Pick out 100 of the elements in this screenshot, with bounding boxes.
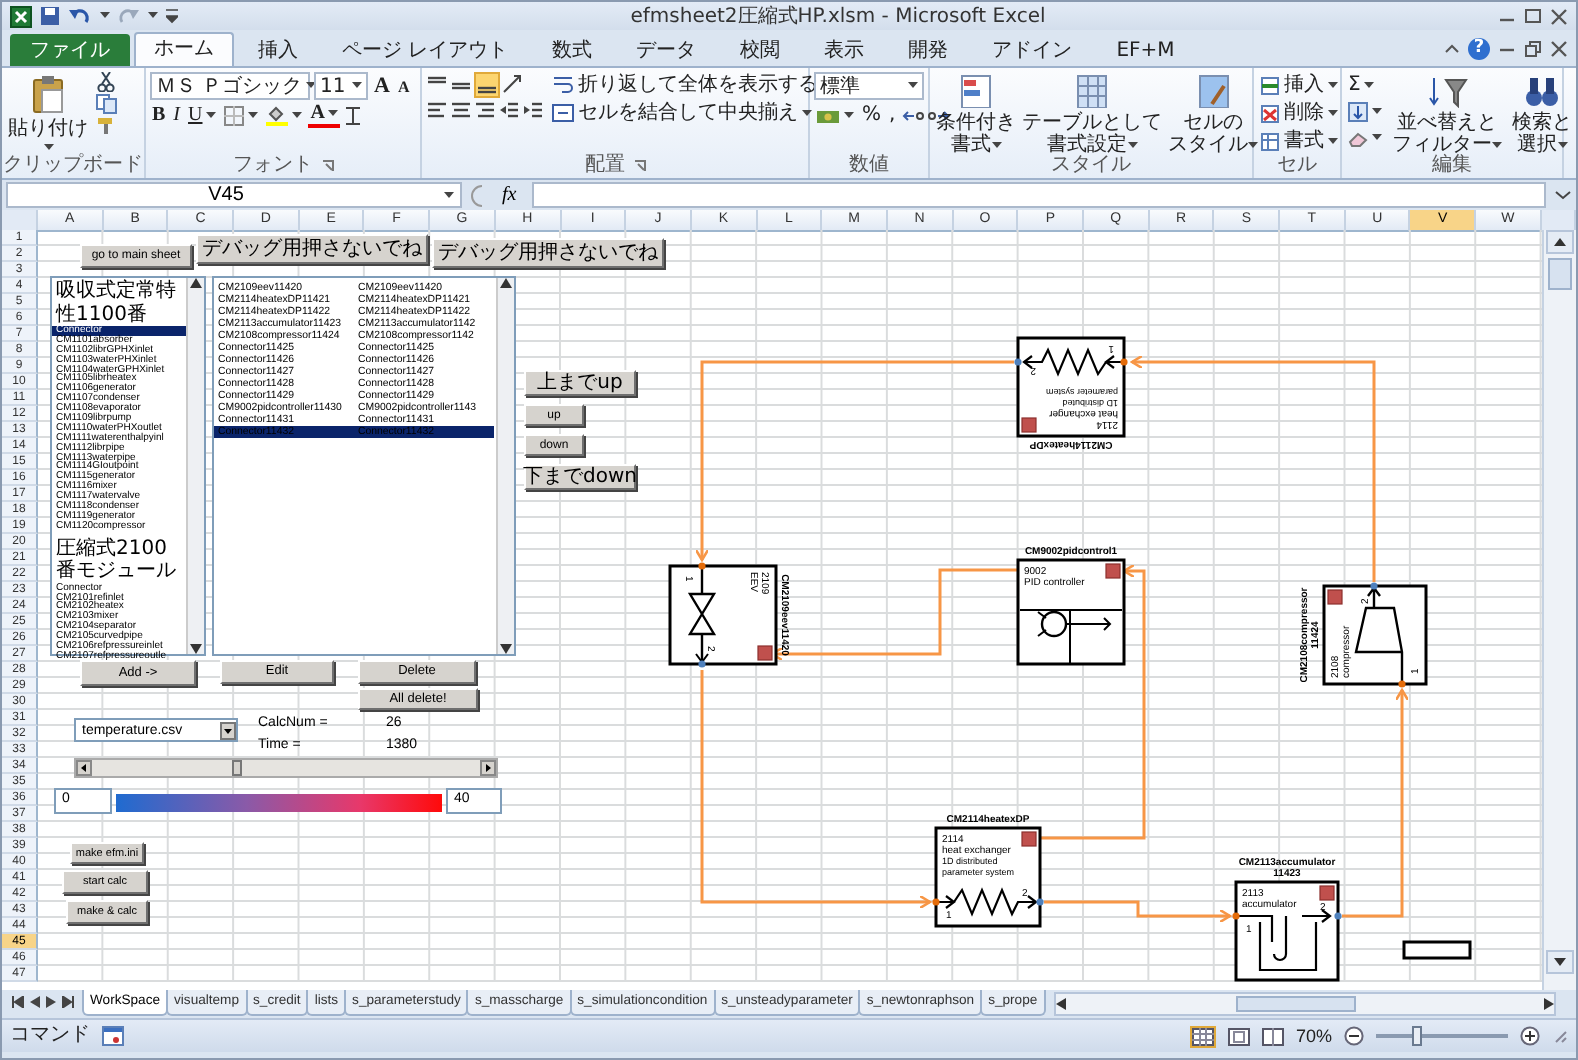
first-sheet-icon[interactable] bbox=[12, 996, 24, 1008]
customize-icon[interactable] bbox=[166, 8, 178, 24]
phonetic-icon[interactable] bbox=[344, 105, 363, 125]
autosum-button[interactable]: Σ bbox=[1346, 72, 1384, 98]
zoom-in-icon[interactable] bbox=[1520, 1026, 1540, 1046]
copy-icon[interactable] bbox=[96, 94, 118, 114]
horizontal-scrollbar[interactable] bbox=[1053, 992, 1556, 1016]
insert-function-button[interactable]: fx bbox=[494, 184, 525, 206]
scroll-left-icon bbox=[1055, 998, 1066, 1010]
editing-button[interactable]: 検索と 選択 bbox=[1510, 72, 1574, 158]
increase-indent-icon[interactable] bbox=[522, 100, 544, 122]
increase-decimal-icon[interactable] bbox=[901, 105, 924, 125]
expand-formula-icon[interactable] bbox=[1554, 186, 1572, 204]
styles-button[interactable]: 条件付き 書式 bbox=[934, 72, 1018, 158]
underline-button[interactable]: U bbox=[186, 102, 219, 128]
page-break-view-icon[interactable] bbox=[1261, 1027, 1284, 1045]
left-arrow-icon[interactable] bbox=[76, 760, 92, 776]
ribbon-tab[interactable]: 数式 bbox=[532, 34, 613, 66]
orientation-icon[interactable] bbox=[502, 74, 524, 96]
last-sheet-icon[interactable] bbox=[62, 996, 74, 1008]
zoom-slider-thumb[interactable] bbox=[1412, 1026, 1423, 1046]
sheet-button[interactable]: デバッグ用押さないでね bbox=[432, 238, 664, 268]
scroll-up-icon[interactable] bbox=[190, 278, 202, 288]
ribbon-tab[interactable]: ホーム bbox=[134, 32, 234, 66]
selected-shape[interactable] bbox=[1402, 940, 1472, 960]
align-left-icon[interactable] bbox=[426, 100, 448, 122]
scroll-up-icon[interactable] bbox=[500, 278, 512, 288]
font-name-field[interactable]: ＭＳ Ｐゴシック bbox=[150, 72, 310, 100]
zoom-out-icon[interactable] bbox=[1344, 1026, 1364, 1046]
styles-button[interactable]: テーブルとして 書式設定 bbox=[1020, 72, 1164, 158]
caret-icon bbox=[328, 109, 339, 117]
scrollbar-thumb[interactable] bbox=[1548, 258, 1572, 290]
comma-button[interactable]: , bbox=[887, 102, 898, 128]
cells-button[interactable]: 書式 bbox=[1258, 128, 1340, 154]
ribbon-tab[interactable]: EF+M bbox=[1096, 34, 1195, 66]
scroll-down-icon[interactable] bbox=[190, 644, 202, 654]
list-group-header[interactable]: 吸収式定常特性1100番 bbox=[52, 280, 186, 326]
percent-button[interactable]: % bbox=[860, 102, 884, 128]
fill-color-button[interactable] bbox=[264, 102, 305, 128]
cut-icon[interactable] bbox=[96, 72, 116, 92]
italic-button[interactable]: I bbox=[171, 102, 183, 128]
bottom-align-icon[interactable] bbox=[474, 72, 500, 98]
ribbon-tab[interactable]: データ bbox=[616, 34, 717, 66]
vertical-scrollbar[interactable] bbox=[1542, 230, 1576, 990]
formula-input[interactable] bbox=[532, 182, 1546, 208]
number-format-field[interactable]: 標準 bbox=[814, 72, 924, 100]
paste-button[interactable]: 貼り付け bbox=[6, 72, 90, 154]
format-painter-icon[interactable] bbox=[96, 116, 116, 136]
font-size-field[interactable]: 11 bbox=[314, 72, 368, 100]
align-right-icon[interactable] bbox=[474, 100, 496, 122]
slider-thumb[interactable] bbox=[232, 760, 243, 776]
dialog-launcher-icon[interactable] bbox=[321, 160, 333, 172]
shrink-font-button[interactable]: A bbox=[395, 75, 412, 97]
move-button[interactable]: 下までdown bbox=[524, 464, 636, 490]
restore-icon[interactable] bbox=[1524, 40, 1542, 58]
decrease-indent-icon[interactable] bbox=[498, 100, 520, 122]
ribbon-tab[interactable]: 表示 bbox=[804, 34, 885, 66]
ribbon-tab[interactable]: アドイン bbox=[972, 34, 1093, 66]
time-slider[interactable] bbox=[74, 758, 498, 778]
cells-button[interactable]: 挿入 bbox=[1258, 72, 1340, 98]
resize-grip-icon[interactable] bbox=[1552, 1028, 1568, 1044]
undo-icon[interactable] bbox=[68, 6, 92, 26]
name-box[interactable]: V45 bbox=[6, 182, 462, 208]
ribbon-tab[interactable]: 挿入 bbox=[238, 34, 318, 66]
save-icon[interactable] bbox=[40, 6, 60, 26]
sheet-button[interactable]: デバッグ用押さないでね bbox=[196, 234, 428, 264]
right-arrow-icon[interactable] bbox=[480, 760, 496, 776]
ribbon-tab[interactable]: 開発 bbox=[888, 34, 969, 66]
close-icon[interactable] bbox=[1550, 7, 1568, 25]
align-center-icon[interactable] bbox=[450, 100, 472, 122]
scroll-down-button[interactable] bbox=[1546, 950, 1574, 974]
connection-list[interactable] bbox=[212, 276, 516, 656]
font-color-button[interactable]: A bbox=[308, 102, 341, 128]
ribbon-tab[interactable]: ファイル bbox=[10, 34, 130, 66]
list-group-header[interactable]: 圧縮式2100番モジュール bbox=[52, 537, 186, 584]
record-macro-icon[interactable] bbox=[102, 1026, 124, 1046]
styles-button[interactable]: セルの スタイル bbox=[1166, 72, 1260, 158]
borders-button[interactable] bbox=[222, 103, 261, 127]
component-list[interactable] bbox=[50, 276, 206, 656]
grow-font-button[interactable]: A bbox=[372, 72, 392, 100]
ribbon-tab[interactable]: ページ レイアウト bbox=[322, 34, 529, 66]
dialog-launcher-icon[interactable] bbox=[633, 160, 645, 172]
merge-center-button[interactable]: セルを結合して中央揃え bbox=[550, 100, 820, 126]
help-button[interactable]: ? bbox=[1468, 38, 1490, 60]
fill-button[interactable] bbox=[1346, 100, 1384, 124]
bold-button[interactable]: B bbox=[150, 102, 168, 128]
next-sheet-icon[interactable] bbox=[46, 996, 56, 1008]
cells-button[interactable]: 削除 bbox=[1258, 100, 1340, 126]
scroll-up-button[interactable] bbox=[1546, 230, 1574, 254]
maximize-icon[interactable] bbox=[1524, 7, 1542, 25]
page-layout-view-icon[interactable] bbox=[1227, 1027, 1250, 1045]
excel-icon[interactable] bbox=[10, 5, 32, 27]
collapse-ribbon-icon[interactable] bbox=[1444, 42, 1460, 56]
close-icon[interactable] bbox=[1550, 40, 1568, 58]
ribbon-tab[interactable]: 校閲 bbox=[720, 34, 801, 66]
move-button[interactable]: 上までup bbox=[524, 370, 636, 396]
previous-sheet-icon[interactable] bbox=[30, 996, 40, 1008]
scroll-down-icon[interactable] bbox=[500, 644, 512, 654]
normal-view-icon[interactable] bbox=[1189, 1025, 1216, 1047]
resize-handle-icon[interactable] bbox=[470, 183, 486, 207]
